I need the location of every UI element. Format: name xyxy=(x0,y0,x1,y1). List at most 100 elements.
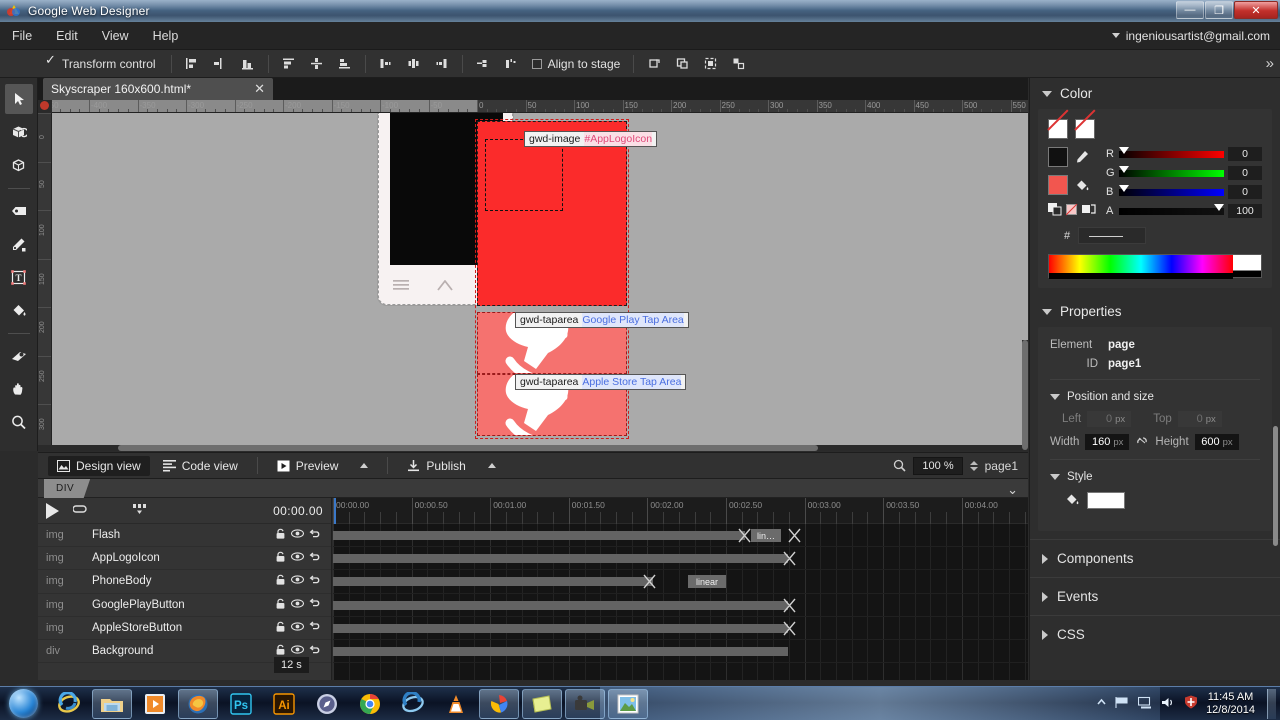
stage[interactable]: gwd-image #AppLogoIcon gwd-taparea Googl… xyxy=(52,113,1028,451)
fill-color-swatch[interactable] xyxy=(1048,175,1068,195)
unlock-icon[interactable] xyxy=(272,598,289,612)
keyframe-marker[interactable] xyxy=(783,551,796,566)
grayscale-spectrum[interactable] xyxy=(1233,255,1261,277)
color-panel-header[interactable]: Color xyxy=(1030,78,1280,109)
timeline-keyframe-row[interactable]: linear xyxy=(333,570,1028,594)
windows-start-orb[interactable] xyxy=(0,688,46,720)
timeline-keyframe-row[interactable] xyxy=(333,617,1028,640)
close-icon[interactable]: ✕ xyxy=(224,81,265,97)
channel-value-g[interactable]: 0 xyxy=(1228,166,1262,180)
css-accordion[interactable]: CSS xyxy=(1030,615,1280,653)
easing-label[interactable]: linear xyxy=(688,575,726,589)
badge-gwd-image[interactable]: gwd-image #AppLogoIcon xyxy=(524,131,658,147)
toolbar-overflow-icon[interactable]: » xyxy=(1266,55,1274,72)
style-color-swatch[interactable] xyxy=(1087,492,1125,509)
timeline-keyframe-rows[interactable]: lin… linear xyxy=(333,524,1028,680)
page-selector[interactable]: page1 xyxy=(985,459,1018,473)
align-to-stage-checkbox[interactable]: Align to stage xyxy=(526,57,627,71)
maximize-button[interactable]: ❐ xyxy=(1205,1,1233,19)
top-input[interactable]: 0 px xyxy=(1177,411,1222,427)
unlock-icon[interactable] xyxy=(272,574,289,588)
unlock-icon[interactable] xyxy=(272,644,289,658)
arrange-send-back-icon[interactable] xyxy=(669,53,695,75)
network-icon[interactable] xyxy=(1138,696,1153,712)
channel-value-b[interactable]: 0 xyxy=(1228,185,1262,199)
timeline-keyframe-row[interactable] xyxy=(333,594,1028,617)
keyframe-marker[interactable] xyxy=(788,528,801,543)
timeline-duration[interactable]: 12 s xyxy=(274,657,309,673)
eye-icon[interactable] xyxy=(289,599,306,611)
slider-track-a[interactable] xyxy=(1119,203,1224,215)
timeline-ruler[interactable]: 00:00.00 00:00.50 00:01.00 00:01.50 00:02.00… xyxy=(333,498,1028,524)
internet-explorer-2-icon[interactable] xyxy=(393,689,433,719)
components-accordion[interactable]: Components xyxy=(1030,539,1280,577)
account-menu[interactable]: ingeniousartist@gmail.com xyxy=(1111,29,1270,43)
zoom-input[interactable]: 100 % xyxy=(913,456,963,475)
timeline-keyframe-row[interactable]: lin… xyxy=(333,524,1028,548)
zoom-stepper[interactable] xyxy=(969,460,978,471)
align-right-icon[interactable] xyxy=(235,53,261,75)
left-input[interactable]: 0 px xyxy=(1087,411,1132,427)
size-match-height-icon[interactable] xyxy=(498,53,524,75)
align-left-icon[interactable] xyxy=(179,53,205,75)
height-input[interactable]: 600 px xyxy=(1194,434,1239,450)
timeline-div-tab[interactable]: DIV xyxy=(44,479,91,498)
transform-control-toggle[interactable]: Transform control xyxy=(38,52,164,71)
slider-track-r[interactable] xyxy=(1119,146,1224,158)
zoom-tool[interactable] xyxy=(5,407,33,437)
timeline-layer-row[interactable]: img PhoneBody xyxy=(38,570,331,594)
easing-label[interactable]: lin… xyxy=(751,529,781,542)
no-stroke-swatch[interactable] xyxy=(1048,119,1068,139)
windows-media-player-icon[interactable] xyxy=(135,689,175,719)
distribute-bottom-icon[interactable] xyxy=(429,53,455,75)
animation-bar[interactable] xyxy=(333,646,788,656)
animation-bar[interactable] xyxy=(333,623,788,633)
width-input[interactable]: 160 px xyxy=(1085,434,1130,450)
publish-button[interactable]: Publish xyxy=(398,456,474,476)
reset-icon[interactable] xyxy=(306,529,323,542)
properties-scrollbar[interactable] xyxy=(1273,426,1278,546)
minimize-button[interactable]: — xyxy=(1176,1,1204,19)
eye-icon[interactable] xyxy=(289,552,306,564)
style-section[interactable]: Style xyxy=(1050,471,1260,483)
slider-track-g[interactable] xyxy=(1119,165,1224,177)
design-canvas[interactable]: -450-400-350-300-250-200-150-100-5005010… xyxy=(38,100,1028,451)
hand-tool[interactable] xyxy=(5,374,33,404)
unlock-icon[interactable] xyxy=(272,528,289,542)
loop-icon[interactable] xyxy=(72,504,89,518)
3d-object-translate-tool[interactable] xyxy=(5,150,33,180)
channel-value-a[interactable]: 100 xyxy=(1228,204,1262,218)
banner-ad-group[interactable] xyxy=(475,113,629,451)
3d-object-rotate-tool[interactable] xyxy=(5,117,33,147)
eyedropper-icon[interactable] xyxy=(1074,149,1090,165)
canvas-vertical-scrollbar[interactable] xyxy=(1022,340,1028,450)
timeline-layer-row[interactable]: img AppleStoreButton xyxy=(38,617,331,640)
timeline-layer-row[interactable]: img AppLogoIcon xyxy=(38,547,331,571)
align-top-icon[interactable] xyxy=(276,53,302,75)
timeline-layer-row[interactable]: img Flash xyxy=(38,524,331,548)
reset-icon[interactable] xyxy=(306,645,323,658)
menu-file[interactable]: File xyxy=(0,25,44,47)
position-and-size-section[interactable]: Position and size xyxy=(1050,391,1260,403)
tag-tool[interactable] xyxy=(5,196,33,226)
animation-bar[interactable] xyxy=(333,577,653,587)
timeline-collapse-icon[interactable]: ⌄ xyxy=(1007,482,1018,498)
file-explorer-icon[interactable] xyxy=(92,688,132,719)
code-view-button[interactable]: Code view xyxy=(154,456,247,476)
properties-panel-header[interactable]: Properties xyxy=(1030,296,1280,327)
hue-spectrum[interactable] xyxy=(1049,255,1233,279)
badge-apple-store-taparea[interactable]: gwd-taparea Apple Store Tap Area xyxy=(515,374,687,390)
taskbar-clock[interactable]: 11:45 AM 12/8/2014 xyxy=(1206,691,1255,717)
menu-view[interactable]: View xyxy=(90,25,141,47)
align-middle-icon[interactable] xyxy=(304,53,330,75)
preview-dropdown[interactable] xyxy=(351,460,377,471)
distribute-middle-icon[interactable] xyxy=(401,53,427,75)
photo-viewer-icon[interactable] xyxy=(608,688,648,719)
menu-edit[interactable]: Edit xyxy=(44,25,90,47)
channel-value-r[interactable]: 0 xyxy=(1228,147,1262,161)
timeline-keyframe-row[interactable] xyxy=(333,640,1028,664)
preview-button[interactable]: Preview xyxy=(268,456,348,476)
publish-dropdown[interactable] xyxy=(479,460,505,471)
camtasia-icon[interactable] xyxy=(565,688,605,719)
no-fill-swatch[interactable] xyxy=(1075,119,1095,139)
